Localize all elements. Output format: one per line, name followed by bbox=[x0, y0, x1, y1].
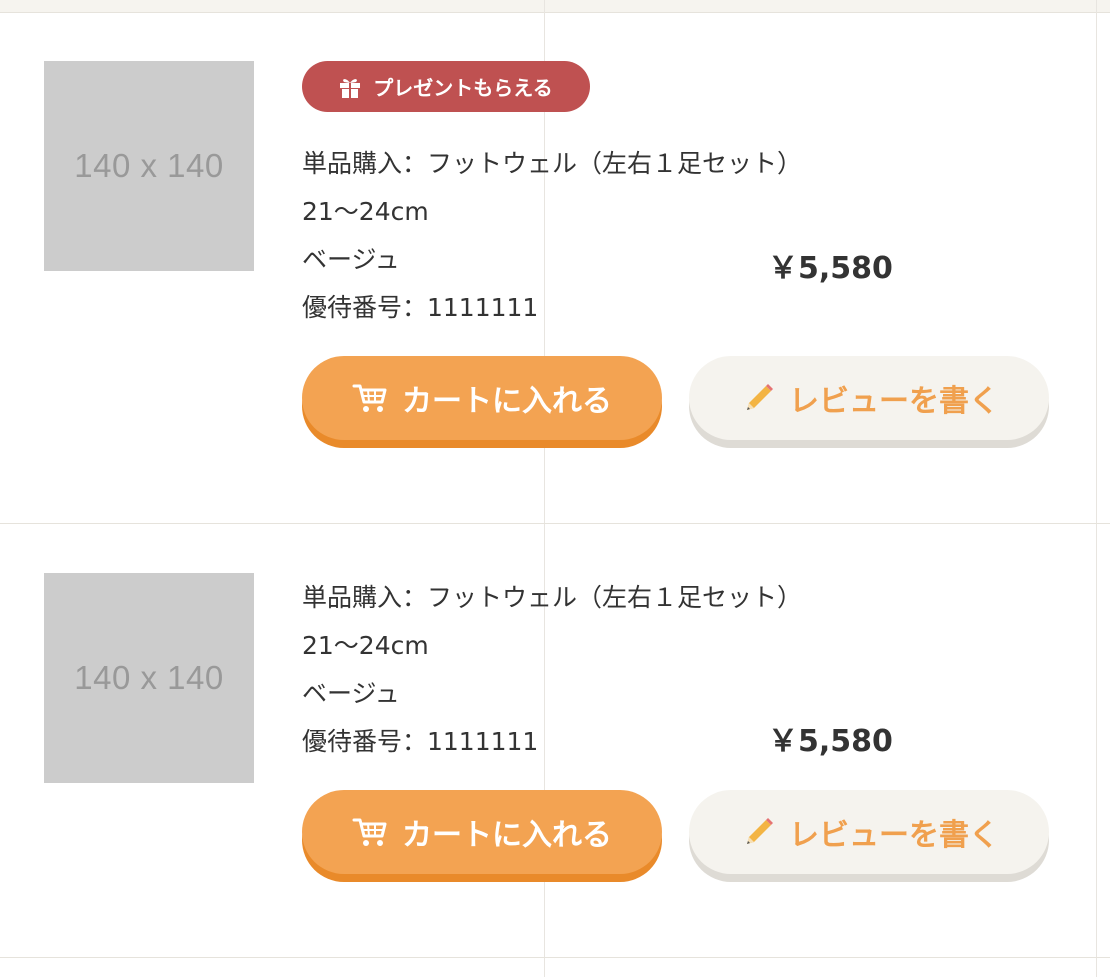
thumbnail-placeholder-text: 140 x 140 bbox=[74, 147, 224, 184]
item-divider bbox=[0, 957, 1110, 958]
product-thumbnail[interactable]: 140 x 140 bbox=[44, 573, 254, 783]
product-size: 21〜24cm bbox=[302, 631, 429, 660]
add-to-cart-button[interactable]: カートに入れる bbox=[302, 790, 662, 874]
product-code: 優待番号：1111111 bbox=[302, 727, 539, 756]
present-badge: プレゼントもらえる bbox=[302, 61, 590, 112]
add-to-cart-button[interactable]: カートに入れる bbox=[302, 356, 662, 440]
cart-icon bbox=[352, 384, 387, 412]
grid-line bbox=[1096, 0, 1097, 977]
product-size: 21〜24cm bbox=[302, 197, 429, 226]
pencil-icon bbox=[747, 384, 773, 410]
cart-icon bbox=[352, 818, 387, 846]
product-name: 単品購入：フットウェル（左右１足セット） bbox=[302, 149, 803, 178]
thumbnail-placeholder-text: 140 x 140 bbox=[74, 659, 224, 696]
product-name: 単品購入：フットウェル（左右１足セット） bbox=[302, 583, 803, 612]
product-code: 優待番号：1111111 bbox=[302, 293, 539, 322]
gift-icon bbox=[340, 78, 361, 98]
write-review-label: レビューを書く bbox=[789, 818, 999, 853]
product-price: ￥5,580 bbox=[768, 724, 893, 759]
pencil-icon bbox=[747, 818, 773, 844]
write-review-label: レビューを書く bbox=[789, 384, 999, 419]
product-color: ベージュ bbox=[302, 245, 400, 274]
top-strip bbox=[0, 0, 1110, 13]
item-divider bbox=[0, 523, 1110, 524]
product-thumbnail[interactable]: 140 x 140 bbox=[44, 61, 254, 271]
write-review-button[interactable]: レビューを書く bbox=[689, 356, 1049, 440]
product-price: ￥5,580 bbox=[768, 251, 893, 286]
badge-label: プレゼントもらえる bbox=[373, 76, 553, 100]
write-review-button[interactable]: レビューを書く bbox=[689, 790, 1049, 874]
product-color: ベージュ bbox=[302, 679, 400, 708]
add-to-cart-label: カートに入れる bbox=[402, 818, 612, 853]
add-to-cart-label: カートに入れる bbox=[402, 384, 612, 419]
